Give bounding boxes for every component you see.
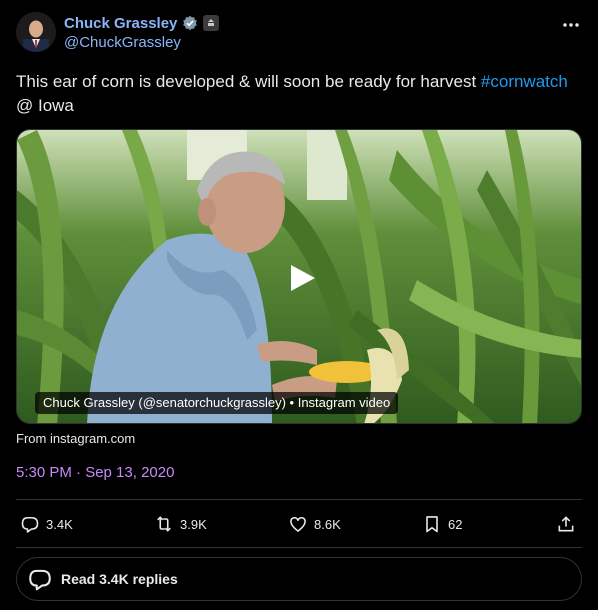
video-caption[interactable]: Chuck Grassley (@senatorchuckgrassley) •… xyxy=(35,392,399,414)
divider xyxy=(16,547,582,548)
name-row: Chuck Grassley xyxy=(64,13,220,33)
reply-icon xyxy=(21,516,39,533)
read-replies-button[interactable]: Read 3.4K replies xyxy=(16,557,582,601)
reply-button[interactable]: 3.4K xyxy=(20,510,73,538)
read-replies-label: Read 3.4K replies xyxy=(61,571,178,587)
tweet-header: Chuck Grassley @ChuckGrassley xyxy=(16,10,582,54)
heart-icon xyxy=(290,516,306,532)
bookmark-count: 62 xyxy=(448,516,463,532)
hashtag-link[interactable]: #cornwatch xyxy=(481,72,568,91)
share-button[interactable] xyxy=(556,510,576,538)
bookmark-button[interactable]: 62 xyxy=(422,510,462,538)
tweet-text-location: @ Iowa xyxy=(16,96,74,115)
avatar[interactable] xyxy=(16,12,56,52)
play-button-icon[interactable] xyxy=(287,263,317,293)
tweet-timestamp[interactable]: 5:30 PM · Sep 13, 2020 xyxy=(16,464,174,481)
video-card[interactable]: Chuck Grassley (@senatorchuckgrassley) •… xyxy=(16,129,582,424)
tweet-text-body: This ear of corn is developed & will soo… xyxy=(16,72,481,91)
share-icon xyxy=(558,516,574,532)
like-count: 8.6K xyxy=(314,516,341,532)
repost-icon xyxy=(157,516,171,532)
bookmark-icon xyxy=(426,516,438,533)
like-button[interactable]: 8.6K xyxy=(288,510,341,538)
reply-bubble-icon xyxy=(29,569,51,591)
government-badge-icon xyxy=(203,15,220,31)
tweet-text: This ear of corn is developed & will soo… xyxy=(16,70,582,118)
repost-count: 3.9K xyxy=(180,516,207,532)
reply-count: 3.4K xyxy=(46,516,73,532)
repost-button[interactable]: 3.9K xyxy=(154,510,207,538)
media-source[interactable]: From instagram.com xyxy=(16,431,135,446)
divider xyxy=(16,499,582,500)
more-options-icon[interactable] xyxy=(560,14,582,36)
action-bar: 3.4K 3.9K 8.6K 62 xyxy=(16,510,582,538)
verified-badge-icon xyxy=(182,15,198,31)
author-handle[interactable]: @ChuckGrassley xyxy=(64,34,181,51)
author-name[interactable]: Chuck Grassley xyxy=(64,15,177,32)
